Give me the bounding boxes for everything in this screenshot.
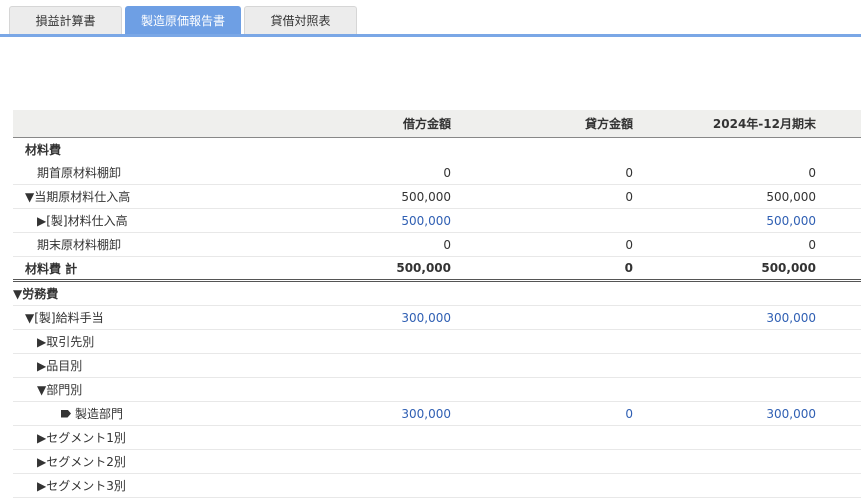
row-debit: 0 (296, 232, 451, 257)
table-row[interactable]: ▶品目別 (13, 353, 861, 378)
table-row[interactable]: ▶取引先別 (13, 329, 861, 354)
row-label-department[interactable]: 製造部門 (13, 401, 296, 426)
header-period-end: 2024年-12月期末 (633, 110, 816, 138)
row-balance (633, 329, 816, 354)
row-debit (296, 138, 451, 162)
row-balance (633, 280, 816, 306)
table-row: 期末原材料棚卸 0 0 0 (13, 232, 861, 257)
row-balance (633, 377, 816, 402)
row-balance (633, 449, 816, 474)
table-row: 期首原材料棚卸 0 0 0 (13, 161, 861, 185)
table-row[interactable]: ▼[製]給料手当 300,000 300,000 (13, 305, 861, 330)
row-debit (296, 280, 451, 306)
row-label: 材料費 (25, 143, 62, 157)
row-debit: 0 (296, 161, 451, 185)
row-balance (633, 353, 816, 378)
row-label: 期首原材料棚卸 (13, 161, 296, 185)
row-balance: 500,000 (633, 184, 816, 209)
row-debit (296, 329, 451, 354)
tab-income-statement[interactable]: 損益計算書 (9, 6, 122, 34)
table-row[interactable]: 製造部門 300,000 0 300,000 (13, 401, 861, 426)
table-row[interactable]: ▼部門別 (13, 377, 861, 402)
row-debit: 500,000 (296, 184, 451, 209)
table-row[interactable]: ▶[製]材料仕入高 500,000 500,000 (13, 208, 861, 233)
table-row[interactable]: ▼労務費 (13, 280, 861, 306)
row-credit: 0 (451, 232, 633, 257)
row-label-expandable[interactable]: ▼労務費 (13, 280, 296, 306)
row-label: 期末原材料棚卸 (13, 232, 296, 257)
row-label: 材料費 計 (13, 256, 296, 282)
row-balance (633, 473, 816, 498)
table-row[interactable]: ▶セグメント3別 (13, 473, 861, 498)
header-credit: 貸方金額 (451, 110, 633, 138)
row-credit (451, 473, 633, 498)
manufacturing-cost-table: 借方金額 貸方金額 2024年-12月期末 材料費 期首原材料棚卸 0 0 0 … (13, 110, 861, 498)
row-credit-link[interactable]: 0 (451, 401, 633, 426)
row-label-expandable[interactable]: ▶[製]材料仕入高 (13, 208, 296, 233)
department-name: 製造部門 (75, 407, 124, 421)
table-row[interactable]: ▼当期原材料仕入高 500,000 0 500,000 (13, 184, 861, 209)
row-balance-link[interactable]: 500,000 (633, 208, 816, 233)
header-spacer (816, 110, 861, 138)
row-debit-link[interactable]: 500,000 (296, 208, 451, 233)
row-balance: 0 (633, 232, 816, 257)
row-debit-link[interactable]: 300,000 (296, 305, 451, 330)
row-credit: 0 (451, 256, 633, 282)
row-debit (296, 353, 451, 378)
report-tab-bar: 損益計算書 製造原価報告書 貸借対照表 (0, 0, 861, 37)
row-debit (296, 473, 451, 498)
row-balance-link[interactable]: 300,000 (633, 305, 816, 330)
row-credit (451, 280, 633, 306)
row-balance (633, 425, 816, 450)
row-label-expandable[interactable]: ▶セグメント2別 (13, 449, 296, 474)
table-row: 材料費 (13, 138, 861, 162)
row-credit: 0 (451, 161, 633, 185)
row-label-expandable[interactable]: ▶品目別 (13, 353, 296, 378)
row-label-expandable[interactable]: ▼部門別 (13, 377, 296, 402)
tag-icon (61, 409, 71, 418)
row-credit (451, 449, 633, 474)
tab-balance-sheet[interactable]: 貸借対照表 (244, 6, 357, 34)
table-header-row: 借方金額 貸方金額 2024年-12月期末 (13, 110, 861, 138)
header-account (13, 110, 296, 138)
row-balance: 0 (633, 161, 816, 185)
header-debit: 借方金額 (296, 110, 451, 138)
row-credit (451, 353, 633, 378)
table-row[interactable]: ▶セグメント1別 (13, 425, 861, 450)
table-row[interactable]: ▶セグメント2別 (13, 449, 861, 474)
row-credit (451, 425, 633, 450)
row-label-expandable[interactable]: ▶セグメント1別 (13, 425, 296, 450)
row-label-expandable[interactable]: ▶セグメント3別 (13, 473, 296, 498)
row-credit (451, 138, 633, 162)
row-credit (451, 377, 633, 402)
row-balance-link[interactable]: 300,000 (633, 401, 816, 426)
row-debit (296, 377, 451, 402)
row-balance: 500,000 (633, 256, 816, 282)
row-credit: 0 (451, 184, 633, 209)
row-debit-link[interactable]: 300,000 (296, 401, 451, 426)
row-debit (296, 449, 451, 474)
row-label-expandable[interactable]: ▼[製]給料手当 (13, 305, 296, 330)
table-row-total: 材料費 計 500,000 0 500,000 (13, 256, 861, 282)
row-debit (296, 425, 451, 450)
row-credit-link[interactable] (451, 305, 633, 330)
row-debit: 500,000 (296, 256, 451, 282)
row-credit (451, 329, 633, 354)
row-label-expandable[interactable]: ▶取引先別 (13, 329, 296, 354)
tab-manufacturing-cost-report[interactable]: 製造原価報告書 (125, 6, 241, 34)
row-credit-link[interactable] (451, 208, 633, 233)
row-label-expandable[interactable]: ▼当期原材料仕入高 (13, 184, 296, 209)
row-balance (633, 138, 816, 162)
